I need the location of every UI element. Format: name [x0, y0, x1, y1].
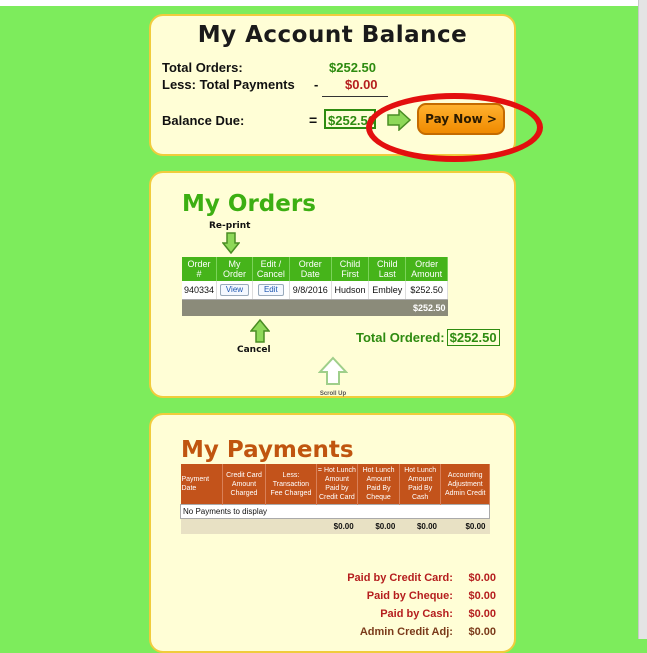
window-scrollbar[interactable] [638, 0, 647, 639]
cancel-hint: Cancel [237, 345, 271, 355]
order-amount: $252.50 [405, 281, 448, 300]
col-child-first: Child First [331, 257, 370, 281]
col-order-amount: Order Amount [405, 257, 448, 281]
less-payments-label: Less: Total Payments [162, 77, 295, 92]
col-cc-amount: Credit Card Amount Charged [222, 464, 267, 505]
child-last: Embley [368, 281, 407, 300]
payments-empty-message: No Payments to display [180, 504, 490, 519]
paid-cheque: Paid by Cheque: $0.00 [367, 590, 496, 602]
sum-hot-lunch-cash: $0.00 [399, 518, 441, 534]
arrow-down-icon [222, 232, 240, 254]
order-date: 9/8/2016 [289, 281, 332, 300]
reprint-hint: Re-print [209, 221, 251, 231]
scroll-up-icon [317, 356, 349, 385]
total-orders-label: Total Orders: [162, 60, 243, 75]
account-balance-title: My Account Balance [197, 22, 468, 48]
paid-cheque-label: Paid by Cheque: [366, 590, 453, 602]
orders-header-row: Order # My Order Edit / Cancel Order Dat… [182, 257, 448, 281]
total-ordered-value: $252.50 [446, 329, 500, 346]
orders-subtotal-row: $252.50 [182, 299, 448, 316]
my-payments-title: My Payments [181, 437, 354, 463]
payments-header-row: Payment Date Credit Card Amount Charged … [180, 464, 490, 505]
sum-hot-lunch-cc: $0.00 [316, 518, 358, 534]
my-orders-title: My Orders [182, 191, 316, 217]
view-cell: View [216, 281, 253, 300]
payments-table: Payment Date Credit Card Amount Charged … [180, 464, 490, 534]
col-my-order: My Order [216, 257, 253, 281]
col-edit-cancel: Edit / Cancel [252, 257, 290, 281]
order-number: 940334 [182, 281, 218, 300]
paid-credit-card: Paid by Credit Card: $0.00 [347, 572, 496, 584]
payments-sum-row: $0.00 $0.00 $0.00 $0.00 [180, 518, 490, 534]
highlight-circle [366, 93, 543, 162]
col-payment-date: Payment Date [180, 464, 223, 505]
sum-admin-credit: $0.00 [440, 518, 490, 534]
total-ordered: Total Ordered: $252.50 [356, 329, 500, 346]
less-payments-value: $0.00 [345, 77, 378, 92]
edit-order-button[interactable]: Edit [257, 284, 284, 296]
my-payments-card: My Payments Payment Date Credit Card Amo… [149, 413, 516, 653]
col-hot-lunch-cc: = Hot Lunch Amount Paid by Credit Card [316, 464, 359, 505]
payments-empty-row: No Payments to display [180, 504, 490, 519]
paid-cheque-value: $0.00 [468, 590, 496, 602]
total-ordered-label: Total Ordered: [356, 330, 445, 345]
paid-credit-card-value: $0.00 [468, 572, 496, 584]
arrow-up-icon [250, 319, 270, 343]
sum-hot-lunch-cheque: $0.00 [357, 518, 400, 534]
orders-table: Order # My Order Edit / Cancel Order Dat… [182, 257, 448, 316]
equals-sign: = [309, 112, 318, 128]
col-hot-lunch-cheque: Hot Lunch Amount Paid By Cheque [357, 464, 400, 505]
admin-credit-adj-label: Admin Credit Adj: [359, 626, 453, 638]
paid-cash: Paid by Cash: $0.00 [380, 608, 496, 620]
my-orders-card: My Orders Re-print Order # My Order Edit… [149, 171, 516, 398]
col-order-date: Order Date [289, 257, 332, 281]
col-order-no: Order # [182, 257, 218, 281]
col-child-last: Child Last [368, 257, 407, 281]
col-hot-lunch-cash: Hot Lunch Amount Paid By Cash [399, 464, 442, 505]
total-orders-value: $252.50 [329, 60, 376, 75]
edit-cell: Edit [252, 281, 290, 300]
scroll-up-button[interactable]: Scroll Up [315, 356, 351, 397]
minus-sign: - [314, 77, 319, 92]
paid-cash-value: $0.00 [468, 608, 496, 620]
payments-sum-spacer [180, 518, 317, 534]
window-top-edge [0, 0, 647, 6]
admin-credit-adj-value: $0.00 [468, 626, 496, 638]
table-row: 940334 View Edit 9/8/2016 Hudson Embley … [182, 281, 448, 300]
col-transaction-fee: Less: Transaction Fee Charged [265, 464, 317, 505]
paid-cash-label: Paid by Cash: [380, 608, 453, 620]
child-first: Hudson [331, 281, 370, 300]
col-admin-credit: Accounting Adjustment Admin Credit [440, 464, 490, 505]
view-order-button[interactable]: View [219, 284, 250, 296]
orders-subtotal: $252.50 [182, 299, 448, 316]
scroll-up-label: Scroll Up [319, 391, 347, 397]
paid-credit-card-label: Paid by Credit Card: [347, 572, 453, 584]
balance-due-label: Balance Due: [162, 113, 245, 128]
admin-credit-adj: Admin Credit Adj: $0.00 [360, 626, 496, 638]
sum-divider [322, 96, 388, 97]
